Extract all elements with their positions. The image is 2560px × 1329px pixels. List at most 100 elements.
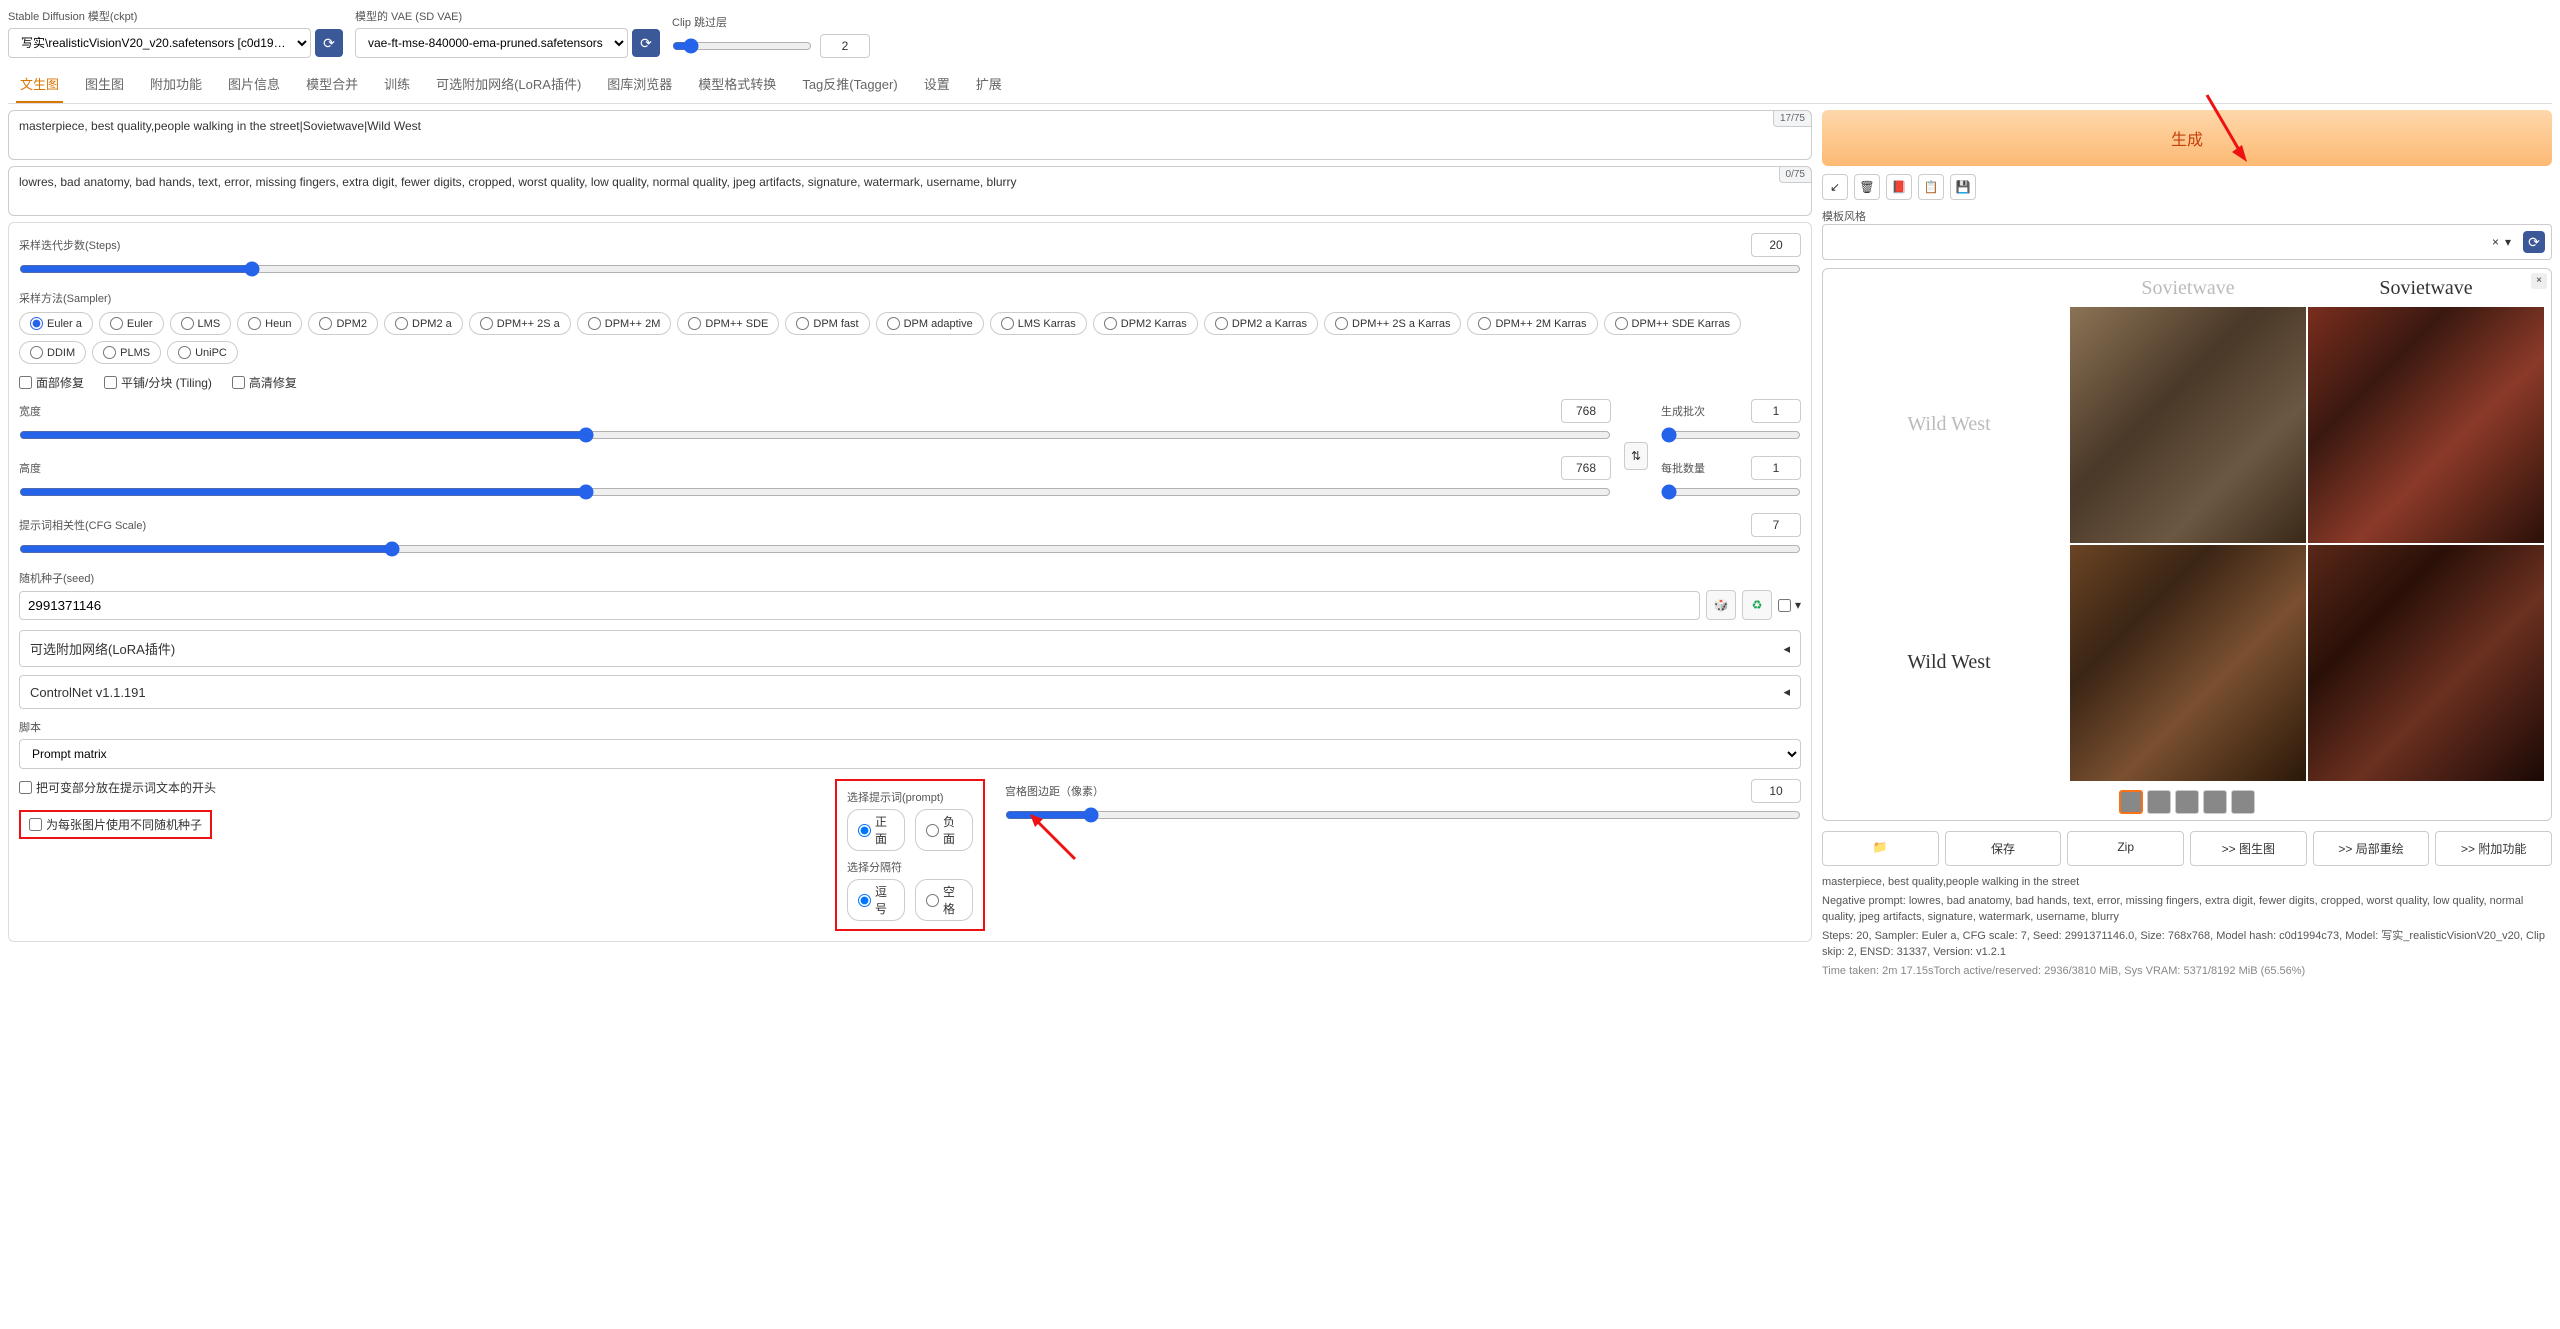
tab-0[interactable]: 文生图 xyxy=(16,66,63,103)
seed-dice-icon[interactable]: 🎲 xyxy=(1706,590,1736,620)
thumb[interactable] xyxy=(2203,790,2227,814)
sampler-dpm2-a[interactable]: DPM2 a xyxy=(384,312,463,335)
seed-extra-check[interactable]: ▾ xyxy=(1778,598,1801,612)
sampler-dpm---sde[interactable]: DPM++ SDE xyxy=(677,312,779,335)
sampler-dpm---2m-karras[interactable]: DPM++ 2M Karras xyxy=(1467,312,1597,335)
vae-select[interactable]: vae-ft-mse-840000-ema-pruned.safetensors xyxy=(355,28,628,58)
prompt-pos-radio[interactable]: 正面 xyxy=(847,809,905,851)
generate-button[interactable]: 生成 xyxy=(1822,110,2552,166)
put-at-start-check[interactable]: 把可变部分放在提示词文本的开头 xyxy=(19,779,815,796)
sampler-plms[interactable]: PLMS xyxy=(92,341,161,364)
chevron-down-icon[interactable]: ▾ xyxy=(2505,235,2511,249)
style-clear-icon[interactable]: × xyxy=(2492,235,2499,249)
prompt-positive[interactable]: masterpiece, best quality,people walking… xyxy=(8,110,1812,160)
clipboard-icon[interactable]: 📋 xyxy=(1918,174,1944,200)
seed-label: 随机种子(seed) xyxy=(19,573,94,585)
zip-button[interactable]: Zip xyxy=(2067,831,2184,866)
sampler-dpm---sde-karras[interactable]: DPM++ SDE Karras xyxy=(1604,312,1741,335)
sampler-dpm-adaptive[interactable]: DPM adaptive xyxy=(876,312,984,335)
clip-value[interactable]: 2 xyxy=(820,34,870,58)
output-image[interactable] xyxy=(2308,545,2544,781)
sampler-dpm---2s-a-karras[interactable]: DPM++ 2S a Karras xyxy=(1324,312,1461,335)
model-select[interactable]: 写实\realisticVisionV20_v20.safetensors [c… xyxy=(8,28,311,58)
save-template-icon[interactable]: 💾 xyxy=(1950,174,1976,200)
seed-input[interactable] xyxy=(19,591,1700,620)
sampler-heun[interactable]: Heun xyxy=(237,312,302,335)
tab-1[interactable]: 图生图 xyxy=(81,66,128,103)
output-image[interactable] xyxy=(2070,545,2306,781)
sampler-lms[interactable]: LMS xyxy=(170,312,232,335)
tab-8[interactable]: 模型格式转换 xyxy=(694,66,780,103)
open-folder-button[interactable]: 📁 xyxy=(1822,831,1939,866)
sampler-lms-karras[interactable]: LMS Karras xyxy=(990,312,1087,335)
book-icon[interactable]: 📕 xyxy=(1886,174,1912,200)
height-slider[interactable] xyxy=(19,484,1611,500)
to-inpaint-button[interactable]: >> 局部重绘 xyxy=(2313,831,2430,866)
save-button[interactable]: 保存 xyxy=(1945,831,2062,866)
seed-recycle-icon[interactable]: ♻ xyxy=(1742,590,1772,620)
arrow-tool-icon[interactable]: ↙ xyxy=(1822,174,1848,200)
sampler-euler-a[interactable]: Euler a xyxy=(19,312,93,335)
output-image[interactable] xyxy=(2070,307,2306,543)
tab-4[interactable]: 模型合并 xyxy=(302,66,362,103)
tab-3[interactable]: 图片信息 xyxy=(224,66,284,103)
restore-faces-check[interactable]: 面部修复 xyxy=(19,374,84,391)
clip-slider[interactable] xyxy=(672,38,812,54)
lora-accordion[interactable]: 可选附加网络(LoRA插件)◂ xyxy=(19,630,1801,667)
sampler-dpm2[interactable]: DPM2 xyxy=(308,312,378,335)
steps-slider[interactable] xyxy=(19,261,1801,277)
delim-space-radio[interactable]: 空格 xyxy=(915,879,973,921)
cfg-slider[interactable] xyxy=(19,541,1801,557)
style-refresh-icon[interactable]: ⟳ xyxy=(2523,231,2545,253)
thumb[interactable] xyxy=(2231,790,2255,814)
tab-7[interactable]: 图库浏览器 xyxy=(603,66,676,103)
cfg-value[interactable]: 7 xyxy=(1751,513,1801,537)
tab-10[interactable]: 设置 xyxy=(920,66,954,103)
height-value[interactable]: 768 xyxy=(1561,456,1611,480)
tab-2[interactable]: 附加功能 xyxy=(146,66,206,103)
model-refresh-icon[interactable]: ⟳ xyxy=(315,29,343,57)
batch-size-value[interactable]: 1 xyxy=(1751,456,1801,480)
gallery-thumbs xyxy=(1829,790,2545,814)
to-extras-button[interactable]: >> 附加功能 xyxy=(2435,831,2552,866)
sampler-dpm-fast[interactable]: DPM fast xyxy=(785,312,869,335)
width-value[interactable]: 768 xyxy=(1561,399,1611,423)
batch-size-slider[interactable] xyxy=(1661,484,1801,500)
delim-comma-radio[interactable]: 逗号 xyxy=(847,879,905,921)
gallery-close-icon[interactable]: × xyxy=(2531,273,2547,289)
to-img2img-button[interactable]: >> 图生图 xyxy=(2190,831,2307,866)
output-image[interactable] xyxy=(2308,307,2544,543)
tiling-check[interactable]: 平铺/分块 (Tiling) xyxy=(104,374,212,391)
margin-slider[interactable] xyxy=(1005,807,1801,823)
sampler-dpm2-a-karras[interactable]: DPM2 a Karras xyxy=(1204,312,1318,335)
script-select[interactable]: Prompt matrix xyxy=(19,739,1801,769)
sampler-euler[interactable]: Euler xyxy=(99,312,164,335)
different-seed-check[interactable]: 为每张图片使用不同随机种子 xyxy=(29,816,202,833)
swap-wh-button[interactable]: ⇅ xyxy=(1624,442,1648,470)
margin-label: 宫格图边距（像素） xyxy=(1005,783,1104,799)
sampler-dpm---2s-a[interactable]: DPM++ 2S a xyxy=(469,312,571,335)
margin-value[interactable]: 10 xyxy=(1751,779,1801,803)
batch-count-value[interactable]: 1 xyxy=(1751,399,1801,423)
thumb[interactable] xyxy=(2147,790,2171,814)
tab-11[interactable]: 扩展 xyxy=(972,66,1006,103)
sampler-dpm2-karras[interactable]: DPM2 Karras xyxy=(1093,312,1198,335)
batch-count-slider[interactable] xyxy=(1661,427,1801,443)
sampler-unipc[interactable]: UniPC xyxy=(167,341,238,364)
tab-6[interactable]: 可选附加网络(LoRA插件) xyxy=(432,66,585,103)
sampler-dpm---2m[interactable]: DPM++ 2M xyxy=(577,312,672,335)
thumb[interactable] xyxy=(2119,790,2143,814)
sampler-ddim[interactable]: DDIM xyxy=(19,341,86,364)
trash-icon[interactable]: 🗑 xyxy=(1854,174,1880,200)
tab-9[interactable]: Tag反推(Tagger) xyxy=(798,66,901,103)
prompt-negative[interactable]: lowres, bad anatomy, bad hands, text, er… xyxy=(8,166,1812,216)
tab-5[interactable]: 训练 xyxy=(380,66,414,103)
vae-label: 模型的 VAE (SD VAE) xyxy=(355,8,660,24)
width-slider[interactable] xyxy=(19,427,1611,443)
controlnet-accordion[interactable]: ControlNet v1.1.191◂ xyxy=(19,675,1801,709)
hires-check[interactable]: 高清修复 xyxy=(232,374,297,391)
steps-value[interactable]: 20 xyxy=(1751,233,1801,257)
vae-refresh-icon[interactable]: ⟳ xyxy=(632,29,660,57)
prompt-neg-radio[interactable]: 负面 xyxy=(915,809,973,851)
thumb[interactable] xyxy=(2175,790,2199,814)
